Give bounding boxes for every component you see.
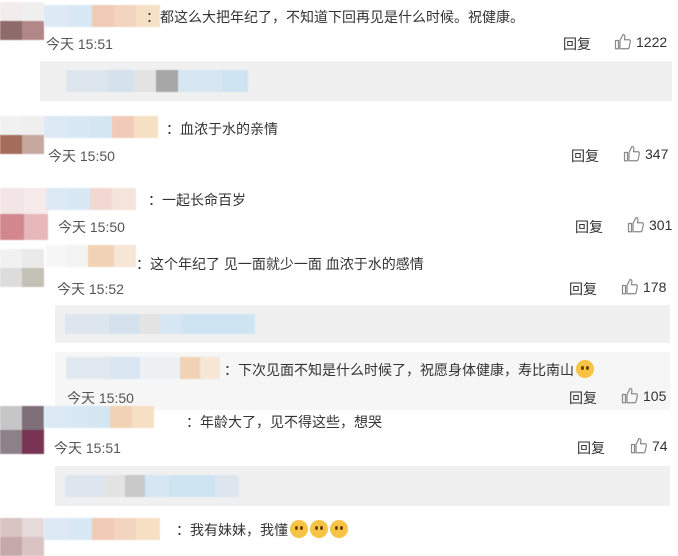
crying-face-icon xyxy=(576,360,594,378)
reply-button[interactable]: 回复 xyxy=(563,34,591,54)
crying-face-icon xyxy=(310,520,328,538)
avatar[interactable] xyxy=(0,188,48,240)
avatar[interactable] xyxy=(0,2,44,40)
username[interactable] xyxy=(44,518,160,540)
like-count: 347 xyxy=(645,146,669,162)
like-count: 178 xyxy=(643,279,667,295)
username[interactable] xyxy=(46,245,136,267)
thumbs-up-icon xyxy=(621,278,638,295)
thumbs-up-icon xyxy=(623,145,640,162)
like-button[interactable]: 347 xyxy=(623,145,668,163)
thumbs-up-icon xyxy=(614,33,631,50)
thumbs-up-icon xyxy=(621,387,638,404)
reply-button[interactable]: 回复 xyxy=(569,388,597,408)
username[interactable] xyxy=(46,188,136,210)
avatar[interactable] xyxy=(0,518,44,556)
timestamp: 今天 15:50 xyxy=(58,219,125,235)
username[interactable] xyxy=(44,406,154,428)
like-button[interactable]: 74 xyxy=(630,437,668,455)
timestamp: 今天 15:50 xyxy=(67,390,134,406)
username[interactable] xyxy=(66,357,220,379)
sub-comment-bar[interactable] xyxy=(40,61,672,101)
username[interactable] xyxy=(44,5,160,27)
reply-button[interactable]: 回复 xyxy=(571,146,599,166)
avatar[interactable] xyxy=(0,406,44,454)
timestamp: 今天 15:51 xyxy=(54,440,121,456)
thumbs-up-icon xyxy=(630,437,647,454)
like-count: 301 xyxy=(649,217,673,233)
reply-button[interactable]: 回复 xyxy=(575,217,603,237)
crying-face-icon xyxy=(330,520,348,538)
avatar[interactable] xyxy=(0,116,44,154)
like-button[interactable]: 105 xyxy=(621,387,666,405)
like-count: 1222 xyxy=(636,34,668,50)
timestamp: 今天 15:51 xyxy=(46,36,113,52)
reply-button[interactable]: 回复 xyxy=(569,279,597,299)
like-count: 105 xyxy=(643,388,667,404)
like-button[interactable]: 1222 xyxy=(614,33,667,51)
like-count: 74 xyxy=(652,438,668,454)
comment-text: ：这个年纪了 见一面就少一面 血浓于水的感情 xyxy=(136,256,424,272)
comment-text: ：都这么大把年纪了，不知道下回再见是什么时候。祝健康。 xyxy=(146,9,524,25)
comment-text: ：年龄大了，见不得这些，想哭 xyxy=(186,414,382,430)
comment-text: ：下次见面不知是什么时候了，祝愿身体健康，寿比南山 xyxy=(224,360,594,380)
like-button[interactable]: 301 xyxy=(627,216,672,234)
sub-comment-bar[interactable] xyxy=(55,466,670,506)
timestamp: 今天 15:52 xyxy=(57,281,124,297)
thumbs-up-icon xyxy=(627,216,644,233)
sub-comment-bar[interactable] xyxy=(55,305,670,343)
comment-text: ：一起长命百岁 xyxy=(148,192,246,208)
comment-text: ：血浓于水的亲情 xyxy=(166,121,278,137)
comment-text: ：我有妹妹，我懂 xyxy=(176,520,348,540)
timestamp: 今天 15:50 xyxy=(48,148,115,164)
like-button[interactable]: 178 xyxy=(621,278,666,296)
username[interactable] xyxy=(44,116,158,138)
avatar[interactable] xyxy=(0,249,44,287)
reply-button[interactable]: 回复 xyxy=(577,438,605,458)
crying-face-icon xyxy=(290,520,308,538)
